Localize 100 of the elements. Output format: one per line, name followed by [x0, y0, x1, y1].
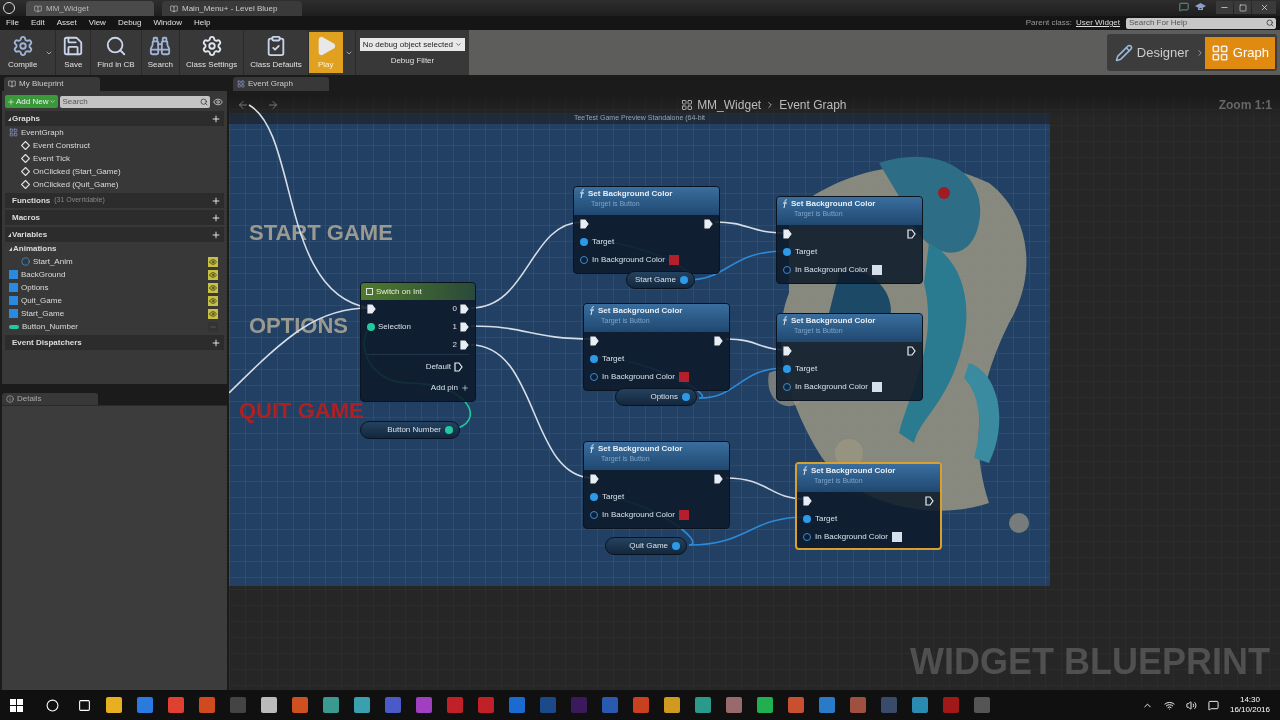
data-pin-icon[interactable] [367, 323, 375, 331]
color-swatch[interactable] [678, 510, 689, 520]
expand-arrow-icon[interactable] [9, 246, 12, 251]
exec-pin-icon[interactable] [783, 229, 792, 239]
section-header[interactable]: Macros [5, 210, 224, 225]
restore-icon[interactable] [1238, 3, 1247, 12]
tree-item[interactable]: Button_Number [22, 320, 79, 333]
color-swatch[interactable] [871, 382, 882, 392]
exec-pin-icon[interactable] [460, 322, 469, 332]
search-field[interactable]: Search [60, 95, 200, 108]
add-pin-button[interactable]: Add pin [430, 382, 469, 394]
menu-item[interactable]: Debug [111, 17, 148, 29]
exec-pin-icon[interactable] [783, 346, 792, 356]
color-swatch[interactable] [871, 265, 882, 275]
exec-pin-icon[interactable] [460, 340, 469, 350]
panel-tab[interactable]: Details [2, 393, 98, 405]
add-icon[interactable] [211, 229, 221, 240]
section-header[interactable]: Graphs [5, 111, 224, 126]
color-swatch[interactable] [891, 532, 902, 542]
tree-item[interactable]: Animations [13, 242, 57, 255]
tree-item[interactable]: Start_Game [21, 307, 65, 320]
add-icon[interactable] [211, 212, 221, 223]
menu-item[interactable]: Window [147, 17, 188, 29]
toolbar-button[interactable]: Compile [2, 32, 44, 73]
add-icon[interactable] [211, 337, 221, 348]
visibility-toggle[interactable] [208, 308, 218, 319]
data-pin-icon[interactable] [445, 426, 453, 434]
toolbar-button[interactable]: Find in CB [91, 32, 141, 73]
data-pin-icon[interactable] [783, 248, 791, 256]
graduation-cap-icon[interactable] [1195, 2, 1206, 12]
tree-item[interactable]: Event Tick [33, 152, 70, 165]
tree-item[interactable]: OnClicked (Quit_Game) [33, 178, 119, 191]
data-pin-icon[interactable] [803, 515, 811, 523]
tree-item[interactable]: Options [21, 281, 49, 294]
tree-item[interactable]: EventGraph [21, 126, 64, 139]
graph-canvas[interactable] [229, 93, 1280, 690]
exec-pin-icon[interactable] [925, 496, 934, 506]
menu-item[interactable]: Help [187, 17, 217, 29]
exec-pin-icon[interactable] [803, 496, 812, 506]
menu-item[interactable]: File [0, 17, 25, 29]
exec-pin-icon[interactable] [714, 336, 723, 346]
exec-pin-icon[interactable] [580, 219, 589, 229]
toolbar-button[interactable]: Search [141, 32, 180, 73]
document-tab[interactable]: Main_Menu+ - Level Bluep [162, 1, 302, 16]
network-icon[interactable] [1163, 699, 1175, 711]
tree-item[interactable]: BackGround [21, 268, 66, 281]
data-pin-icon[interactable] [679, 276, 688, 284]
mode-button[interactable]: Designer [1108, 36, 1195, 69]
toolbar-button[interactable]: Class Settings [180, 32, 244, 73]
exec-pin-icon[interactable] [460, 304, 469, 314]
panel-tab[interactable]: Event Graph [233, 77, 329, 91]
panel-tab[interactable]: My Blueprint [4, 77, 100, 91]
tree-item[interactable]: Quit_Game [21, 294, 62, 307]
switch-node[interactable]: Switch on Int 0 Selection 1 2 Default Add pin [360, 282, 476, 402]
breadcrumb-item[interactable]: MM_Widget [697, 96, 762, 114]
section-header[interactable]: Variables [5, 227, 224, 242]
exec-pin-icon[interactable] [714, 474, 723, 484]
exec-pin-icon[interactable] [454, 361, 463, 372]
tree-item[interactable]: OnClicked (Start_Game) [33, 165, 121, 178]
variable-node[interactable]: Quit Game [605, 537, 687, 555]
variable-node[interactable]: Button Number [360, 421, 460, 439]
clock[interactable]: 14:30 16/10/2016 [1229, 695, 1270, 715]
add-icon[interactable] [211, 195, 221, 206]
data-pin-icon[interactable] [682, 393, 690, 401]
color-swatch[interactable] [668, 255, 679, 265]
variable-node[interactable]: Options [615, 388, 697, 406]
notification-icon[interactable] [1207, 699, 1219, 711]
exec-pin-icon[interactable] [590, 474, 599, 484]
section-header[interactable]: Event Dispatchers [5, 335, 224, 350]
visibility-toggle[interactable] [208, 282, 218, 293]
add-icon[interactable] [211, 113, 221, 124]
chat-icon[interactable] [1179, 2, 1189, 12]
visibility-toggle[interactable] [208, 269, 218, 280]
exec-pin-icon[interactable] [590, 336, 599, 346]
tree-item[interactable]: Event Construct [33, 139, 90, 152]
variable-node[interactable]: Start Game [626, 271, 695, 289]
volume-icon[interactable] [1185, 699, 1197, 711]
data-pin-icon[interactable] [590, 493, 598, 501]
menu-item[interactable]: Edit [24, 17, 51, 29]
toolbar-button[interactable]: Save [56, 32, 91, 73]
data-pin-icon[interactable] [580, 238, 588, 246]
exec-pin-icon[interactable] [367, 304, 376, 314]
parent-class-link[interactable]: User Widget [1076, 17, 1120, 29]
menu-item[interactable]: View [82, 17, 112, 29]
breadcrumb-item[interactable]: Event Graph [779, 96, 847, 114]
data-pin-icon[interactable] [783, 365, 791, 373]
exec-pin-icon[interactable] [907, 346, 916, 356]
exec-pin-icon[interactable] [704, 219, 713, 229]
menu-item[interactable]: Asset [50, 17, 83, 29]
windows-logo-icon[interactable] [10, 698, 23, 712]
close-icon[interactable] [1259, 3, 1269, 12]
document-tab[interactable]: MM_Widget [26, 1, 154, 16]
toolbar-button[interactable]: Class Defaults [244, 32, 308, 73]
data-pin-icon[interactable] [590, 355, 598, 363]
back-arrow-icon[interactable] [237, 99, 249, 111]
task-view-icon[interactable] [78, 698, 91, 712]
exec-pin-icon[interactable] [907, 229, 916, 239]
help-search-field[interactable]: Search For Help [1126, 17, 1266, 29]
visibility-toggle[interactable] [208, 256, 218, 267]
data-pin-icon[interactable] [672, 542, 680, 550]
